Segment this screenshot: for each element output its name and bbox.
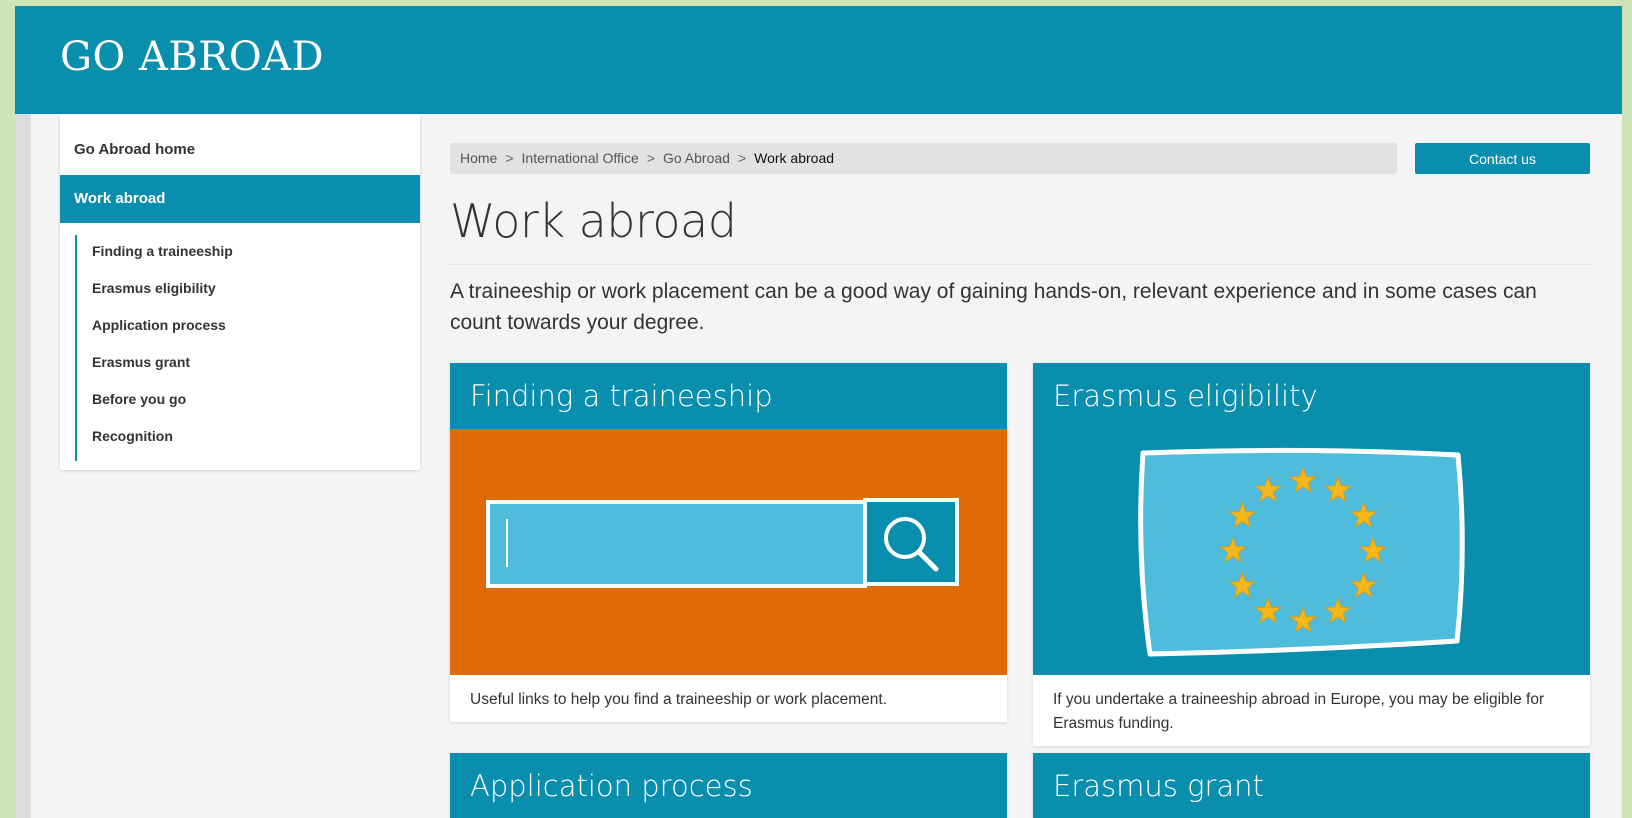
sidebar-item-erasmus-eligibility[interactable]: Erasmus eligibility (92, 280, 216, 296)
site-title[interactable]: GO ABROAD (60, 34, 324, 80)
page-frame: GO ABROAD Go Abroad home Work abroad Fin… (15, 6, 1622, 818)
card-title[interactable]: Application process (450, 753, 1007, 818)
sidebar-item-erasmus-grant[interactable]: Erasmus grant (92, 354, 190, 370)
breadcrumb-go-abroad[interactable]: Go Abroad (663, 150, 730, 166)
card-erasmus-eligibility[interactable]: Erasmus eligibility If you undertake a t… (1033, 363, 1590, 746)
eu-flag-illustration-icon (1033, 429, 1590, 675)
sidebar-item-before-you-go[interactable]: Before you go (92, 391, 186, 407)
card-erasmus-grant[interactable]: Erasmus grant (1033, 753, 1590, 818)
breadcrumb-separator: > (646, 150, 655, 166)
sidebar-item-finding-traineeship[interactable]: Finding a traineeship (92, 243, 233, 259)
breadcrumb-separator: > (505, 150, 514, 166)
sidebar-item-application-process[interactable]: Application process (92, 317, 226, 333)
breadcrumb-current: Work abroad (754, 150, 835, 166)
card-title[interactable]: Erasmus grant (1033, 753, 1590, 818)
title-divider (450, 264, 1590, 265)
card-title[interactable]: Finding a traineeship (450, 363, 1007, 429)
card-description: Useful links to help you find a trainees… (470, 691, 887, 708)
site-header: GO ABROAD (15, 6, 1622, 114)
sidebar-item-go-abroad-home[interactable]: Go Abroad home (60, 114, 420, 174)
sidebar-item-work-abroad[interactable]: Work abroad (60, 175, 420, 223)
breadcrumb-home[interactable]: Home (460, 150, 497, 166)
sidebar-subnav: Finding a traineeship Erasmus eligibilit… (75, 235, 415, 461)
search-illustration-icon (450, 429, 1007, 675)
card-application-process[interactable]: Application process (450, 753, 1007, 818)
card-finding-traineeship[interactable]: Finding a traineeship Useful links to he… (450, 363, 1007, 722)
breadcrumb-separator: > (737, 150, 747, 166)
page-title: Work abroad (450, 194, 737, 248)
sidebar-item-recognition[interactable]: Recognition (92, 428, 173, 444)
breadcrumb: Home > International Office > Go Abroad > Work… (450, 143, 1397, 174)
breadcrumb-international-office[interactable]: International Office (522, 150, 639, 166)
intro-text: A traineeship or work placement can be a… (450, 280, 1537, 334)
sidebar-nav: Go Abroad home Work abroad Finding a tra… (60, 114, 420, 470)
contact-us-button[interactable]: Contact us (1415, 143, 1590, 174)
card-title[interactable]: Erasmus eligibility (1033, 363, 1590, 429)
card-description: If you undertake a traineeship abroad in… (1053, 691, 1545, 732)
